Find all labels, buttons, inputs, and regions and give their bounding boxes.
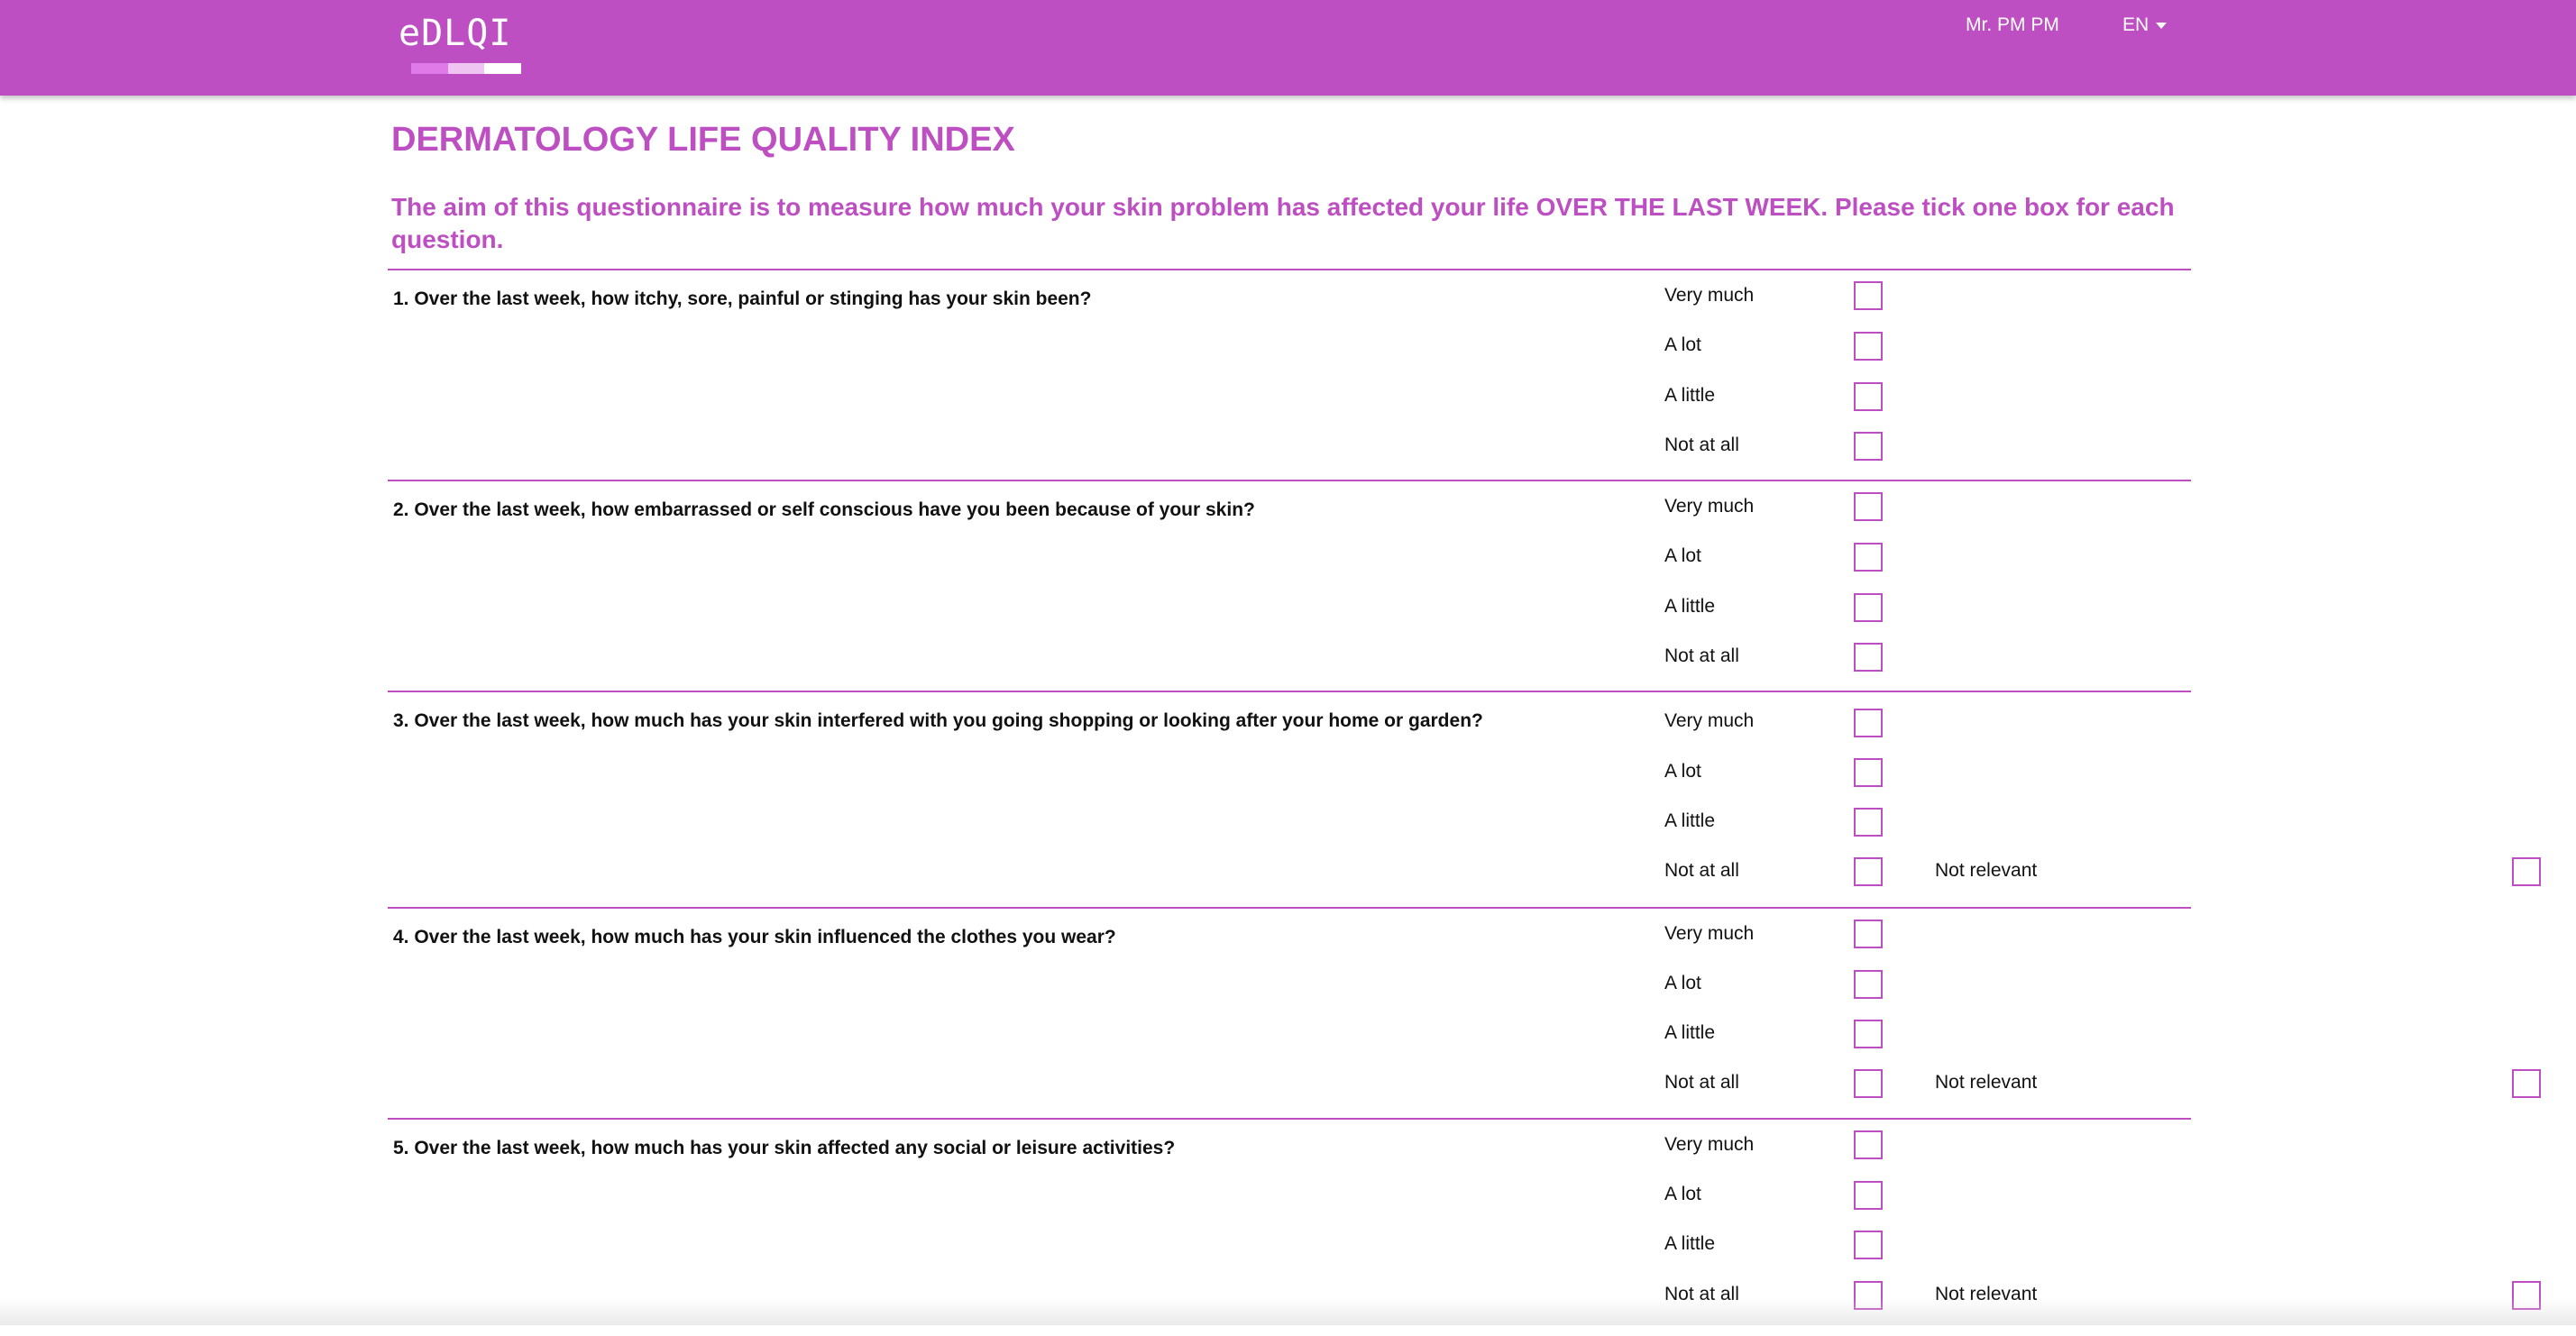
option-label-a-lot: A lot xyxy=(1664,1184,1701,1204)
questionnaire-instructions: The aim of this questionnaire is to meas… xyxy=(391,193,2175,253)
option-label-very-much: Very much xyxy=(1664,496,1755,517)
option-label-very-much: Very much xyxy=(1664,710,1755,731)
logo-color-bar xyxy=(411,63,522,74)
option-label-a-lot: A lot xyxy=(1664,334,1701,355)
checkbox-very-much[interactable] xyxy=(1854,1130,1883,1159)
option-label-a-lot: A lot xyxy=(1664,761,1701,782)
checkbox-a-lot[interactable] xyxy=(1854,1181,1883,1210)
option-label-not-relevant: Not relevant xyxy=(1935,1072,2038,1093)
checkbox-a-little[interactable] xyxy=(1854,1231,1883,1259)
checkbox-a-lot[interactable] xyxy=(1854,758,1883,787)
top-navbar: eDLQI Mr. PM PM EN xyxy=(0,0,2576,96)
checkbox-a-lot[interactable] xyxy=(1854,543,1883,572)
checkbox-a-lot[interactable] xyxy=(1854,332,1883,361)
question-1: 1. Over the last week, how itchy, sore, … xyxy=(388,269,2191,480)
checkbox-very-much[interactable] xyxy=(1854,492,1883,521)
language-dropdown[interactable]: EN xyxy=(2122,14,2168,36)
option-label-very-much: Very much xyxy=(1664,285,1755,306)
question-text: 2. Over the last week, how embarrassed o… xyxy=(393,499,1255,520)
option-label-a-lot: A lot xyxy=(1664,973,1701,993)
caret-down-icon xyxy=(2156,22,2168,29)
checkbox-not-at-all[interactable] xyxy=(1854,643,1883,672)
question-4: 4. Over the last week, how much has your… xyxy=(388,907,2541,1118)
option-label-a-little: A little xyxy=(1664,385,1716,406)
option-label-not-relevant: Not relevant xyxy=(1935,860,2038,881)
checkbox-very-much[interactable] xyxy=(1854,281,1883,310)
option-label-a-little: A little xyxy=(1664,596,1716,617)
checkbox-not-at-all[interactable] xyxy=(1854,857,1883,886)
checkbox-a-little[interactable] xyxy=(1854,808,1883,837)
checkbox-very-much[interactable] xyxy=(1854,709,1883,737)
option-label-a-little: A little xyxy=(1664,810,1716,831)
page-title: DERMATOLOGY LIFE QUALITY INDEX xyxy=(391,121,1015,159)
question-text: 1. Over the last week, how itchy, sore, … xyxy=(393,288,1092,309)
language-label: EN xyxy=(2122,14,2150,35)
checkbox-very-much[interactable] xyxy=(1854,920,1883,948)
user-menu[interactable]: Mr. PM PM xyxy=(1966,14,2059,36)
question-2: 2. Over the last week, how embarrassed o… xyxy=(388,480,2191,691)
checkbox-a-little[interactable] xyxy=(1854,1020,1883,1048)
option-label-not-at-all: Not at all xyxy=(1664,1072,1739,1093)
question-text: 5. Over the last week, how much has your… xyxy=(393,1138,1176,1158)
checkbox-a-little[interactable] xyxy=(1854,593,1883,622)
option-label-not-at-all: Not at all xyxy=(1664,645,1739,666)
option-label-very-much: Very much xyxy=(1664,1134,1755,1155)
question-list: 1. Over the last week, how itchy, sore, … xyxy=(388,269,2541,1336)
bottom-scroll-shadow xyxy=(0,1298,2576,1325)
checkbox-a-lot[interactable] xyxy=(1854,970,1883,999)
option-label-not-at-all: Not at all xyxy=(1664,435,1739,455)
checkbox-not-at-all[interactable] xyxy=(1854,1069,1883,1098)
checkbox-a-little[interactable] xyxy=(1854,382,1883,411)
option-label-a-little: A little xyxy=(1664,1233,1716,1254)
app-logo[interactable]: eDLQI xyxy=(399,13,511,54)
question-text: 4. Over the last week, how much has your… xyxy=(393,927,1116,947)
option-label-a-little: A little xyxy=(1664,1022,1716,1043)
option-label-very-much: Very much xyxy=(1664,923,1755,944)
checkbox-not-relevant[interactable] xyxy=(2512,1069,2541,1098)
checkbox-not-at-all[interactable] xyxy=(1854,432,1883,461)
option-label-not-at-all: Not at all xyxy=(1664,860,1739,881)
question-text: 3. Over the last week, how much has your… xyxy=(393,710,1483,731)
question-3: 3. Over the last week, how much has your… xyxy=(388,691,2541,907)
checkbox-not-relevant[interactable] xyxy=(2512,857,2541,886)
option-label-a-lot: A lot xyxy=(1664,545,1701,566)
